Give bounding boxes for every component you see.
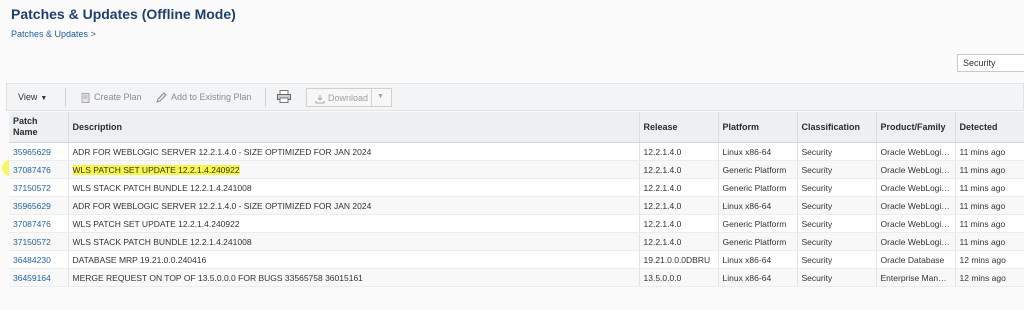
classification-cell: Security [797,268,877,287]
breadcrumb[interactable]: Patches & Updates > [11,29,96,39]
pencil-icon [156,92,167,103]
description-cell: WLS STACK PATCH BUNDLE 12.2.1.4.241008 [68,232,640,251]
create-plan-label: Create Plan [94,92,142,102]
release-cell: 12.2.1.4.0 [639,142,719,161]
description-cell: MERGE REQUEST ON TOP OF 13.5.0.0.0 FOR B… [68,268,640,287]
product-family-cell: Enterprise Man… [876,268,956,287]
patch-link[interactable]: 37087476 [9,160,69,179]
platform-cell: Linux x86-64 [718,268,798,287]
patch-link[interactable]: 37150572 [9,178,69,197]
add-to-existing-plan-button[interactable]: Add to Existing Plan [156,92,252,103]
classification-cell: Security [797,232,877,251]
release-cell: 12.2.1.4.0 [639,232,719,251]
classification-cell: Security [797,250,877,269]
classification-cell: Security [797,178,877,197]
product-family-cell: Oracle Database [876,250,956,269]
toolbar: View ▼ Create Plan Add to Existing Plan D… [6,83,1024,111]
create-plan-button[interactable]: Create Plan [81,92,142,103]
detected-cell: 12 mins ago [955,250,1024,269]
column-header-patch-name[interactable]: Patch Name [9,112,69,143]
platform-cell: Linux x86-64 [718,142,798,161]
table-row[interactable]: 36459164 MERGE REQUEST ON TOP OF 13.5.0.… [9,268,1024,287]
product-family-cell: Oracle WebLogi… [876,232,956,251]
table-row[interactable]: 35965629 ADR FOR WEBLOGIC SERVER 12.2.1.… [9,196,1024,215]
product-family-cell: Oracle WebLogi… [876,214,956,233]
product-family-cell: Oracle WebLogi… [876,142,956,161]
platform-cell: Generic Platform [718,232,798,251]
platform-cell: Generic Platform [718,160,798,179]
column-header-platform[interactable]: Platform [718,112,798,143]
patch-link[interactable]: 37150572 [9,232,69,251]
classification-cell: Security [797,214,877,233]
classification-cell: Security [797,142,877,161]
chevron-down-icon[interactable]: ▼ [377,93,384,100]
document-icon [81,92,90,103]
patch-link[interactable]: 36484230 [9,250,69,269]
detected-cell: 11 mins ago [955,196,1024,215]
description-text: WLS PATCH SET UPDATE 12.2.1.4.240922 [72,164,240,175]
platform-cell: Linux x86-64 [718,196,798,215]
table-row[interactable]: 37087476 WLS PATCH SET UPDATE 12.2.1.4.2… [9,160,1024,179]
detected-cell: 11 mins ago [955,142,1024,161]
patch-link[interactable]: 36459164 [9,268,69,287]
printer-icon [277,90,291,103]
detected-cell: 11 mins ago [955,214,1024,233]
print-button[interactable] [277,90,291,105]
release-cell: 12.2.1.4.0 [639,160,719,179]
download-split-divider [371,89,372,106]
platform-cell: Generic Platform [718,178,798,197]
add-to-existing-plan-label: Add to Existing Plan [171,92,252,102]
toolbar-divider [265,88,266,107]
column-header-product-family[interactable]: Product/Family [876,112,956,143]
release-cell: 13.5.0.0.0 [639,268,719,287]
table-row[interactable]: 36484230 DATABASE MRP 19.21.0.0.240416 1… [9,250,1024,269]
release-cell: 19.21.0.0.0DBRU [639,250,719,269]
release-cell: 12.2.1.4.0 [639,214,719,233]
classification-filter[interactable]: Security [957,54,1024,72]
table-row[interactable]: 37087476 WLS PATCH SET UPDATE 12.2.1.4.2… [9,214,1024,233]
table-row[interactable]: 37150572 WLS STACK PATCH BUNDLE 12.2.1.4… [9,178,1024,197]
page-title: Patches & Updates (Offline Mode) [11,6,236,22]
table-row[interactable]: 35965629 ADR FOR WEBLOGIC SERVER 12.2.1.… [9,142,1024,161]
detected-cell: 11 mins ago [955,160,1024,179]
product-family-cell: Oracle WebLogi… [876,196,956,215]
description-cell: WLS STACK PATCH BUNDLE 12.2.1.4.241008 [68,178,640,197]
release-cell: 12.2.1.4.0 [639,178,719,197]
patches-table: Patch Name Description Release Platform … [9,112,1024,287]
description-cell: WLS PATCH SET UPDATE 12.2.1.4.240922 [68,160,640,179]
detected-cell: 11 mins ago [955,178,1024,197]
download-button[interactable]: Download ▼ [306,88,392,107]
platform-cell: Linux x86-64 [718,250,798,269]
chevron-down-icon: ▼ [40,95,48,102]
patch-link[interactable]: 35965629 [9,196,69,215]
classification-cell: Security [797,160,877,179]
description-cell: WLS PATCH SET UPDATE 12.2.1.4.240922 [68,214,640,233]
column-header-detected[interactable]: Detected [955,112,1024,143]
product-family-cell: Oracle WebLogi… [876,178,956,197]
toolbar-divider [65,88,66,107]
classification-cell: Security [797,196,877,215]
column-header-description[interactable]: Description [68,112,640,143]
description-cell: ADR FOR WEBLOGIC SERVER 12.2.1.4.0 - SIZ… [68,142,640,161]
platform-cell: Generic Platform [718,214,798,233]
view-menu[interactable]: View ▼ [18,92,47,102]
patch-link[interactable]: 37087476 [9,214,69,233]
download-icon [315,94,325,104]
table-row[interactable]: 37150572 WLS STACK PATCH BUNDLE 12.2.1.4… [9,232,1024,251]
download-label: Download [328,93,369,103]
product-family-cell: Oracle WebLogi… [876,160,956,179]
description-cell: ADR FOR WEBLOGIC SERVER 12.2.1.4.0 - SIZ… [68,196,640,215]
column-header-classification[interactable]: Classification [797,112,877,143]
patch-link[interactable]: 35965629 [9,142,69,161]
table-header-row: Patch Name Description Release Platform … [9,112,1024,143]
description-cell: DATABASE MRP 19.21.0.0.240416 [68,250,640,269]
release-cell: 12.2.1.4.0 [639,196,719,215]
column-header-release[interactable]: Release [639,112,719,143]
detected-cell: 11 mins ago [955,232,1024,251]
detected-cell: 12 mins ago [955,268,1024,287]
view-menu-label: View [18,92,38,102]
